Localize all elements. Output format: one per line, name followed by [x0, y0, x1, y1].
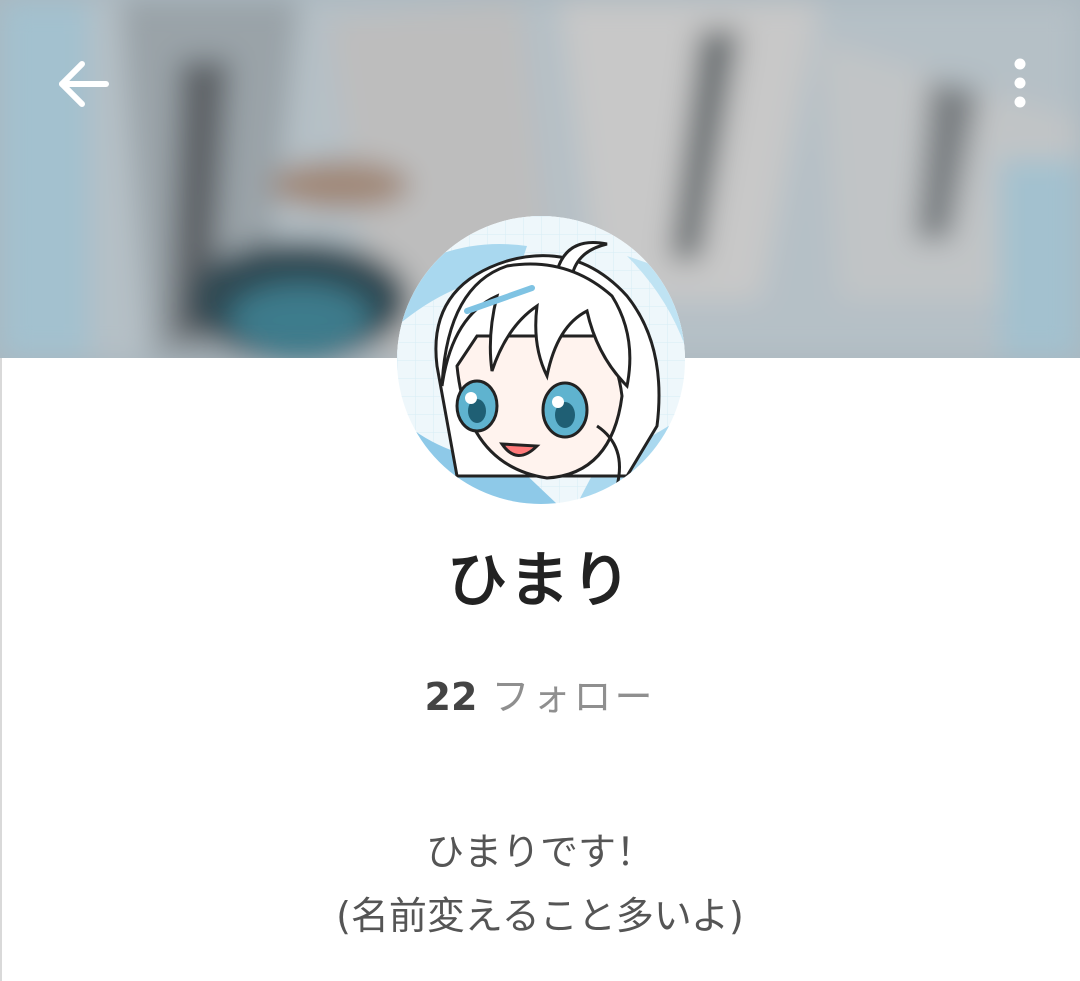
profile-avatar[interactable]	[397, 216, 685, 504]
profile-username: ひまり	[447, 546, 633, 616]
profile-screen: ひまり 22 フォロー ひまりです！ (名前変えること多いよ)	[0, 0, 1080, 981]
following-link[interactable]: 22 フォロー	[0, 672, 1080, 722]
profile-bio: ひまりです！ (名前変えること多いよ)	[0, 820, 1080, 948]
more-vert-icon	[1014, 58, 1026, 108]
following-count: 22	[424, 675, 478, 719]
following-label: フォロー	[491, 675, 656, 719]
avatar-image	[397, 216, 685, 504]
more-options-button[interactable]	[990, 48, 1050, 118]
back-arrow-icon	[59, 61, 109, 107]
back-button[interactable]	[50, 52, 118, 116]
bio-line: ひまりです！	[425, 830, 654, 874]
bio-line: (名前変えること多いよ)	[336, 894, 744, 938]
